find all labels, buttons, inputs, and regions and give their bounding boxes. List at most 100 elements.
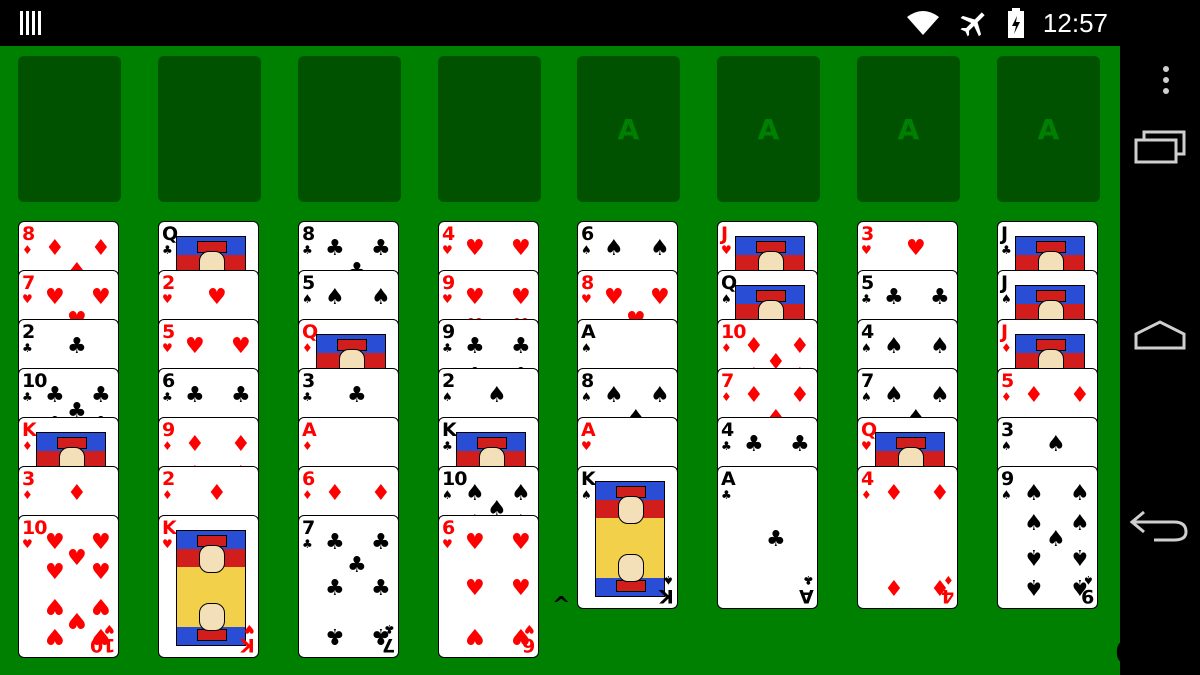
card-rank: K [22,419,37,441]
foundation-slot[interactable]: A [577,56,680,202]
card-rank: 9 [1001,468,1014,490]
card-pip: ♣ [465,334,485,359]
playing-card[interactable]: A ♣ ♣ A ♣ [717,466,818,609]
card-rank-bottom: 7 [382,634,395,656]
card-pip: ♣ [766,527,786,552]
playing-card[interactable]: K ♥ K ♥ [158,515,259,658]
card-suit: ♠ [721,292,732,306]
card-rank: Q [162,223,178,245]
card-suit: ♠ [581,243,592,257]
card-pip: ♦ [67,481,87,506]
playing-card[interactable]: 6 ♥ ♥ ♥ ♥ ♥ ♥ ♥ 6 ♥ [438,515,539,658]
card-rank: 2 [162,272,175,294]
free-cell-slot[interactable] [18,56,121,202]
card-rank: 2 [442,370,455,392]
card-pip: ♥ [67,607,87,632]
card-pip: ♥ [45,530,65,555]
card-rank: Q [721,272,737,294]
overflow-menu-icon[interactable] [1163,66,1169,94]
card-suit: ♥ [442,292,453,306]
card-rank: 5 [302,272,315,294]
slot-label: A [617,112,640,146]
card-pip: ♥ [511,576,531,601]
card-rank: Q [861,419,877,441]
free-cell-slot[interactable] [158,56,261,202]
card-suit: ♠ [442,488,453,502]
card-rank: 9 [442,321,455,343]
free-cell-slot[interactable] [438,56,541,202]
playing-card[interactable]: K ♠ K ♠ [577,466,678,609]
card-rank: 7 [721,370,734,392]
card-pip: ♠ [1024,481,1044,506]
card-pip: ♠ [650,383,670,408]
free-cell-slot[interactable] [298,56,401,202]
card-pip: ♥ [650,285,670,310]
recent-apps-button[interactable] [1120,118,1200,178]
card-suit: ♠ [861,390,872,404]
card-rank: 5 [861,272,874,294]
card-pip: ♥ [207,285,227,310]
back-button[interactable] [1120,494,1200,554]
card-suit: ♥ [162,341,173,355]
playing-card[interactable]: 4 ♦ ♦ ♦ ♦ ♦ 4 ♦ [857,466,958,609]
card-suit: ♣ [442,341,453,355]
card-pip: ♦ [744,383,764,408]
airplane-mode-icon [960,12,985,37]
card-suit: ♦ [162,488,173,502]
card-pip: ♦ [884,574,904,599]
card-rank: 8 [22,223,35,245]
card-rank: 9 [442,272,455,294]
card-pip: ♣ [325,576,345,601]
card-pip: ♦ [1070,383,1090,408]
card-suit-bottom: ♣ [803,573,814,587]
game-table: AAAA8♦♦♦♦♦♦♦♦♦8♦7♥♥♥♥♥♥♥♥7♥2♣♣♣2♣10♣♣♣♣♣… [0,46,1120,675]
card-pip: ♥ [45,285,65,310]
card-rank: 10 [22,370,47,392]
foundation-slot[interactable]: A [857,56,960,202]
card-suit: ♠ [861,341,872,355]
home-button[interactable] [1120,306,1200,366]
card-rank: A [302,419,317,441]
card-suit: ♥ [442,243,453,257]
card-pip: ♠ [1070,511,1090,536]
slot-label: A [1037,112,1060,146]
card-pip: ♦ [371,481,391,506]
card-suit: ♥ [581,292,592,306]
card-pip: ♦ [325,481,345,506]
card-pip: ♥ [45,560,65,585]
card-rank: A [721,468,736,490]
card-pip: ♣ [744,432,764,457]
foundation-slot[interactable]: A [717,56,820,202]
card-pip: ♥ [91,593,111,618]
card-suit: ♥ [721,243,732,257]
card-suit: ♠ [302,292,313,306]
card-pip: ♥ [604,285,624,310]
slot-label: A [757,112,780,146]
card-rank-bottom: A [800,585,814,607]
card-suit: ♣ [22,390,33,404]
card-rank: K [581,468,596,490]
card-rank: 10 [442,468,467,490]
card-suit: ♣ [162,243,173,257]
card-suit: ♠ [1001,292,1012,306]
card-pip: ♠ [1024,544,1044,569]
back-icon [1129,510,1188,542]
expand-caret[interactable]: ^ [552,593,570,618]
card-suit: ♥ [162,537,173,551]
playing-card[interactable]: 7 ♣ ♣ ♣ ♣ ♣ ♣ ♣ ♣ 7 ♣ [298,515,399,658]
card-pip: ♣ [67,334,87,359]
card-rank: 3 [861,223,874,245]
card-pip: ♦ [185,432,205,457]
card-pip: ♠ [465,481,485,506]
playing-card[interactable]: 9 ♠ ♠ ♠ ♠ ♠ ♠ ♠ ♠ ♠ ♠ 9 ♠ [997,466,1098,609]
card-pip: ♥ [231,334,251,359]
card-rank: 7 [861,370,874,392]
card-suit: ♦ [22,243,33,257]
card-pip: ♥ [67,546,87,571]
card-suit: ♣ [302,390,313,404]
card-pip: ♦ [790,383,810,408]
foundation-slot[interactable]: A [997,56,1100,202]
card-rank: 7 [22,272,35,294]
card-rank: A [581,321,596,343]
playing-card[interactable]: 10 ♥ ♥ ♥ ♥ ♥ ♥ ♥ ♥ ♥ ♥ ♥ 10 ♥ [18,515,119,658]
